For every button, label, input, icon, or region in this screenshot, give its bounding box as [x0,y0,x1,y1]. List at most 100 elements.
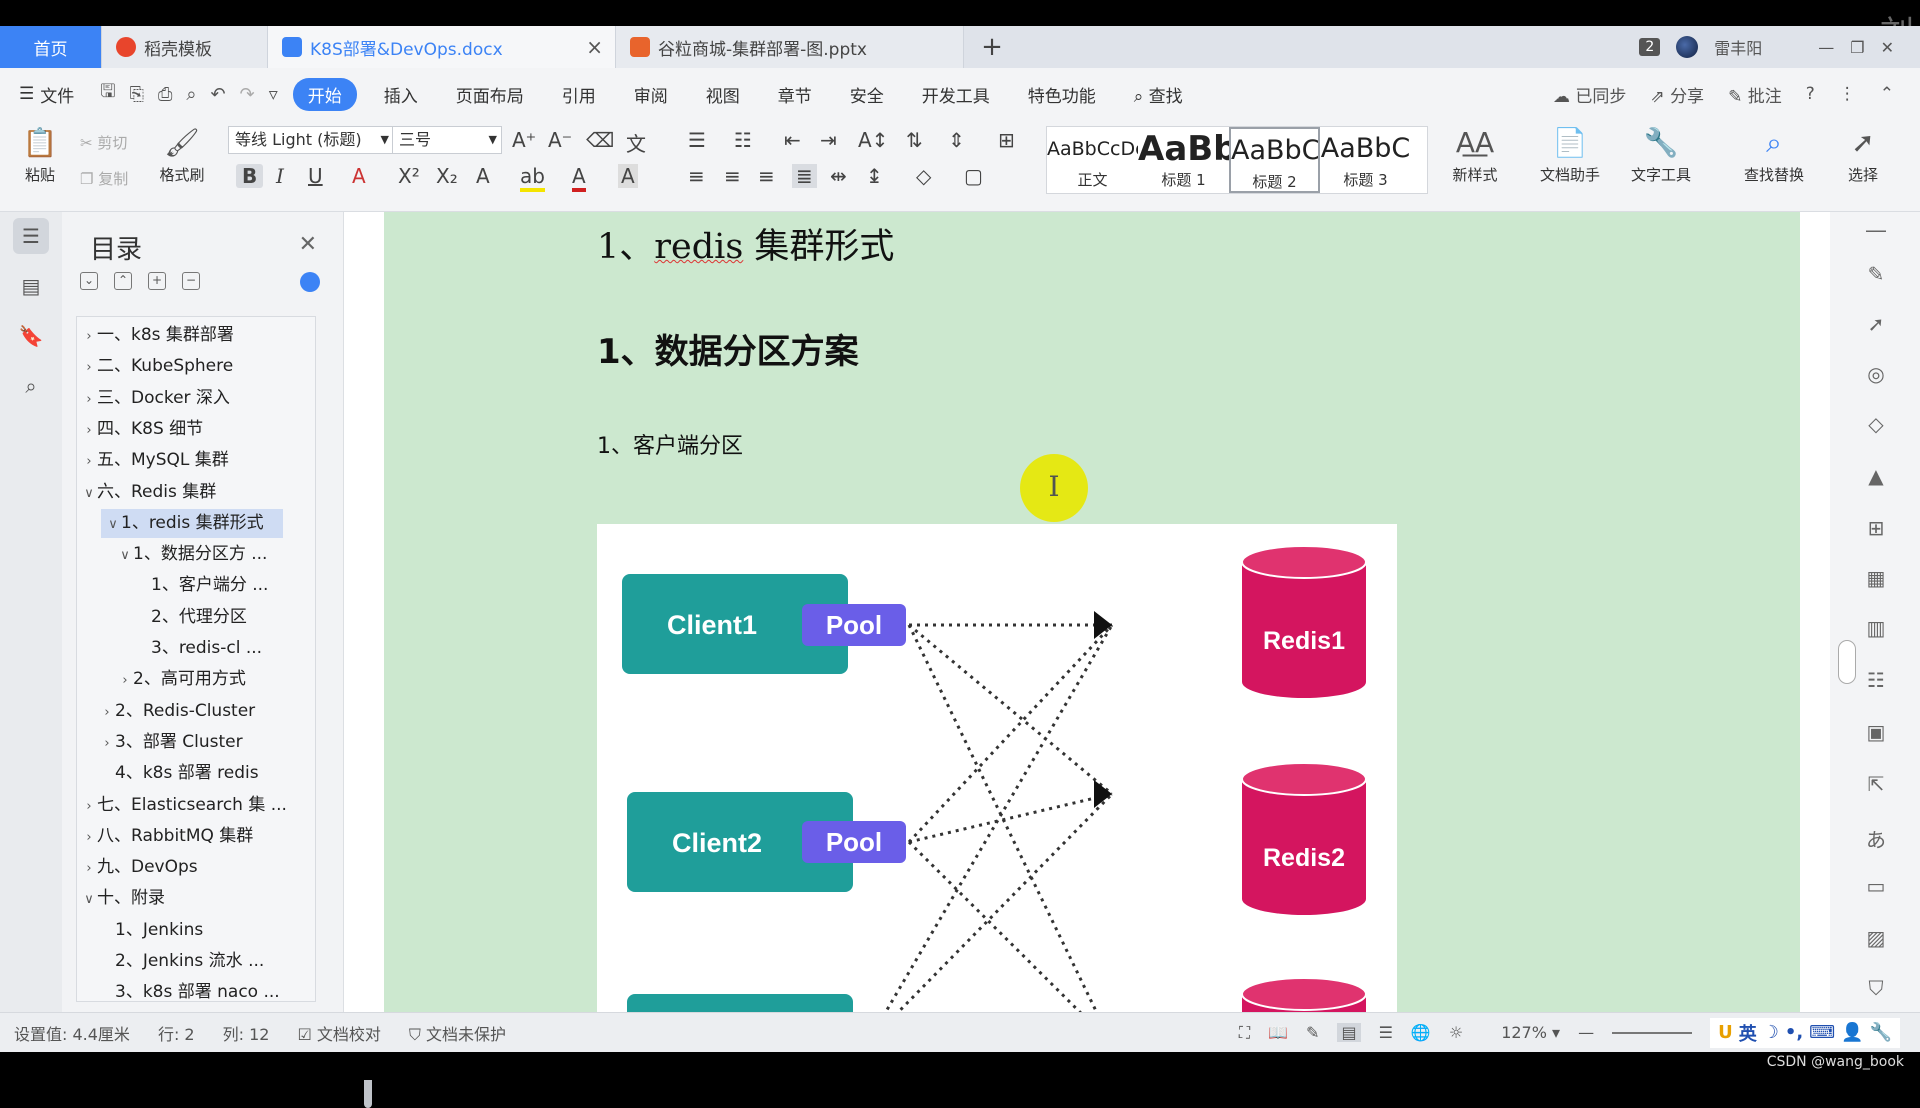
heading-2[interactable]: 1、数据分区方案 [597,324,859,373]
chevron-right-icon[interactable]: › [99,698,115,727]
proofread-button[interactable]: ☑ 文档校对 [283,1021,394,1045]
chevron-right-icon[interactable]: › [81,322,97,351]
pages-nav-icon[interactable]: ▤ [13,268,49,304]
chevron-right-icon[interactable]: › [99,729,115,758]
toc-item[interactable]: 3、k8s 部署 naco ... [77,978,303,1001]
text-direction-icon[interactable]: A↕ [858,128,888,152]
find-replace-button[interactable]: ⌕ 查找替换 [1726,126,1822,185]
picture-icon[interactable]: ▨ [1862,926,1890,954]
chevron-right-icon[interactable]: › [117,666,133,695]
toc-item[interactable]: › 九、DevOps [77,853,303,882]
bold-icon[interactable]: B [236,164,264,188]
shield-icon[interactable]: ⛉ [1862,976,1890,1004]
client-partition-diagram[interactable]: Client1 Pool Client2 Pool Redis1 Redis2 [597,524,1397,1012]
toc-item[interactable]: ∨ 六、Redis 集群 [77,478,303,507]
toc-item[interactable]: 1、客户端分 ... [77,571,303,600]
add-heading-icon[interactable]: + [148,272,166,290]
numbered-list-icon[interactable]: ☷ [734,128,752,152]
clear-format-icon[interactable]: ⌫ [586,128,614,152]
menu-insert[interactable]: 插入 [365,82,437,107]
archive-icon[interactable]: ▭ [1862,874,1890,902]
format-painter-button[interactable]: 🖌 格式刷 [152,126,212,185]
window-count-badge[interactable]: 2 [1639,38,1661,56]
font-size-select[interactable]: 三号 ▼ [392,126,502,154]
page-view-icon[interactable]: ▤ [1337,1023,1361,1042]
user-name[interactable]: 雷丰阳 [1714,35,1762,59]
sync-button[interactable]: ☁ 已同步 [1553,82,1626,107]
line-spacing-icon[interactable]: ⇕ [948,128,965,152]
paragraph-spacing-icon[interactable]: ↨ [866,164,883,188]
decrease-indent-icon[interactable]: ⇤ [784,128,801,152]
document-page[interactable]: 1、redis 集群形式 1、数据分区方案 1、客户端分区 I Client1 … [384,212,1800,1012]
shading-icon[interactable]: ◇ [916,164,931,188]
pen-icon[interactable]: ▲ [1862,464,1890,492]
font-color-icon[interactable]: A [572,164,586,192]
toc-item[interactable]: › 五、MySQL 集群 [77,446,303,475]
cut-button[interactable]: ✂ 剪切 [80,132,150,153]
select-button[interactable]: ➚ 选择 [1832,126,1894,185]
zoom-select[interactable]: 127% ▾ [1501,1023,1560,1042]
toc-item[interactable]: › 2、Redis-Cluster [77,697,303,726]
toc-item[interactable]: › 八、RabbitMQ 集群 [77,822,303,851]
tab-pptx[interactable]: 谷粒商城-集群部署-图.pptx [616,26,964,68]
shapes-icon[interactable]: ◇ [1862,412,1890,440]
protect-button[interactable]: ⛉ 文档未保护 [395,1021,520,1045]
align-left-icon[interactable]: ≡ [688,164,705,188]
chevron-down-icon[interactable]: ∨ [117,541,133,570]
toc-item[interactable]: › 三、Docker 深入 [77,384,303,413]
shrink-font-icon[interactable]: A⁻ [548,128,572,152]
underline-icon[interactable]: U [308,164,323,188]
chevron-right-icon[interactable]: › [81,447,97,476]
web-view-icon[interactable]: 🌐 [1411,1023,1431,1042]
chevron-down-icon[interactable]: ∨ [81,885,97,914]
close-icon[interactable]: ✕ [299,232,317,257]
toc-item[interactable]: 3、redis-cl ... [77,634,303,663]
justify-icon[interactable]: ≣ [792,164,817,188]
copy-button[interactable]: ❐ 复制 [80,168,150,189]
align-center-icon[interactable]: ≡ [724,164,741,188]
chevron-right-icon[interactable]: › [81,385,97,414]
subscript-icon[interactable]: X₂ [436,164,458,188]
borders-icon[interactable]: ▢ [964,164,983,188]
table-icon[interactable]: ⊞ [1862,516,1890,544]
menu-file[interactable]: 文件 [40,82,93,107]
location-icon[interactable]: ◎ [1862,362,1890,390]
char-shading-icon[interactable]: A [618,164,638,188]
image-frame-icon[interactable]: ▣ [1862,720,1890,748]
new-style-button[interactable]: A͟A 新样式 [1440,126,1510,185]
toc-item[interactable]: ∨ 1、数据分区方 ... [77,540,303,569]
text-effect-icon[interactable]: A [476,164,490,188]
toc-sync-icon[interactable] [300,272,320,292]
toc-item[interactable]: › 2、高可用方式 [77,665,303,694]
chevron-right-icon[interactable]: › [81,823,97,852]
write-mode-icon[interactable]: ✎ [1306,1023,1319,1042]
tab-docer-templates[interactable]: 稻壳模板 [102,26,268,68]
chevron-right-icon[interactable]: › [81,353,97,382]
restore-icon[interactable]: ❐ [1850,38,1864,57]
ime-toolbar[interactable]: U 英 ☽ •, ⌨ 👤 🔧 [1710,1017,1900,1048]
cursor-icon[interactable]: ➚ [1862,312,1890,340]
grow-font-icon[interactable]: A⁺ [512,128,536,152]
style-heading-3[interactable]: AaBbC 标题 3 [1320,127,1411,193]
menu-special[interactable]: 特色功能 [1009,82,1115,107]
align-right-icon[interactable]: ≡ [758,164,775,188]
phonetic-icon[interactable]: 文 [626,128,646,157]
superscript-icon[interactable]: X² [398,164,420,188]
style-heading-2[interactable]: AaBbC 标题 2 [1229,127,1320,193]
doc-helper-button[interactable]: 📄 文档助手 [1530,126,1610,185]
help-icon[interactable]: ? [1806,84,1815,104]
heading-3[interactable]: 1、客户端分区 [597,428,743,460]
table-border-icon[interactable]: ⊞ [998,128,1015,152]
chart-icon[interactable]: ▥ [1862,616,1890,644]
toc-item[interactable]: 2、代理分区 [77,603,303,632]
chevron-down-icon[interactable]: ∨ [105,510,121,539]
more-icon[interactable]: ⋮ [1839,84,1856,104]
paste-button[interactable]: 📋 粘贴 [14,126,66,185]
customize-icon[interactable]: ▿ [262,84,285,105]
bookmark-nav-icon[interactable]: 🔖 [13,318,49,354]
bullet-list-icon[interactable]: ☰ [688,128,706,152]
toc-item[interactable]: › 一、k8s 集群部署 [77,321,303,350]
menu-home[interactable]: 开始 [292,77,357,111]
collapse-ribbon-icon[interactable]: ⌃ [1880,84,1894,104]
share-button[interactable]: ⇗ 分享 [1650,82,1704,107]
